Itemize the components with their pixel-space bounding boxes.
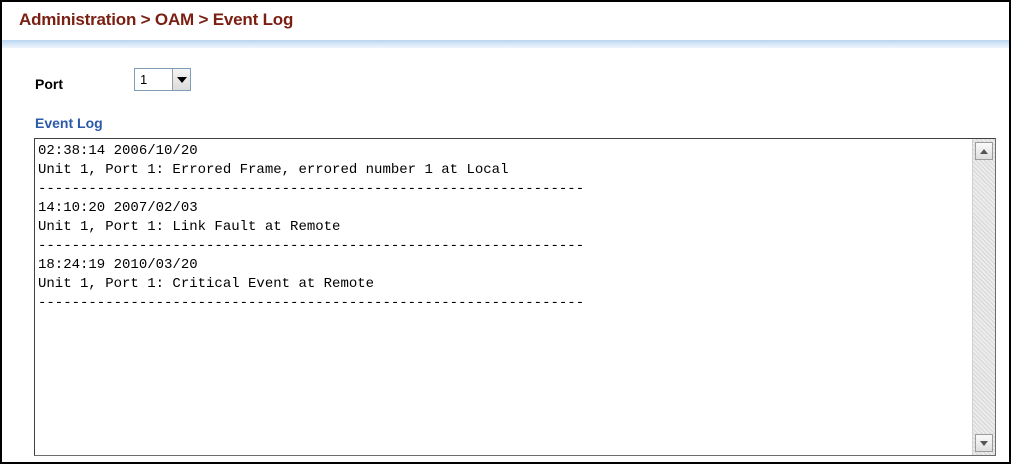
scroll-down-button[interactable]: [975, 434, 993, 452]
event-log-panel: Administration > OAM > Event Log Port 1 …: [0, 0, 1011, 464]
arrow-down-icon: [980, 440, 988, 446]
port-select-value: 1: [140, 72, 148, 87]
scroll-up-button[interactable]: [975, 142, 993, 160]
page-title: Administration > OAM > Event Log: [19, 10, 294, 29]
port-select-button[interactable]: [172, 69, 190, 90]
chevron-down-icon: [176, 76, 187, 83]
port-label: Port: [35, 76, 63, 92]
vertical-scrollbar[interactable]: [972, 139, 995, 455]
event-log-textarea[interactable]: 02:38:14 2006/10/20 Unit 1, Port 1: Erro…: [34, 138, 996, 456]
title-divider: [2, 40, 1009, 48]
title-bar: Administration > OAM > Event Log: [2, 2, 1009, 40]
port-select[interactable]: 1: [134, 68, 191, 91]
arrow-up-icon: [980, 148, 988, 154]
event-log-label: Event Log: [35, 115, 103, 131]
event-log-content: 02:38:14 2006/10/20 Unit 1, Port 1: Erro…: [38, 143, 585, 311]
